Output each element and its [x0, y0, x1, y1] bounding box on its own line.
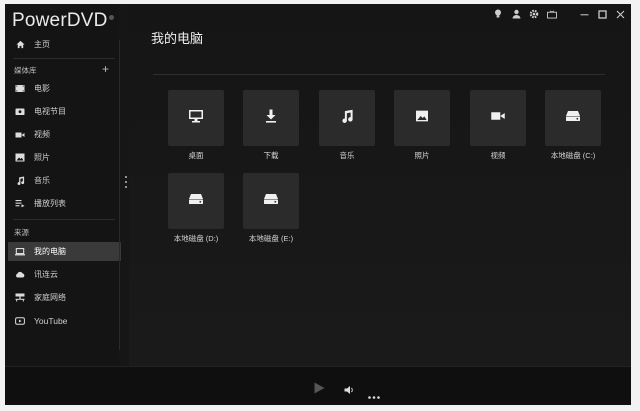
- sidebar-item-my-computer[interactable]: 我的电脑: [8, 242, 121, 261]
- music-icon: [340, 109, 354, 128]
- folder-tile-photos[interactable]: [394, 90, 450, 146]
- desktop-icon: [188, 109, 204, 128]
- sidebar-item-home[interactable]: 主页: [8, 35, 121, 54]
- sidebar-separator: [119, 40, 120, 350]
- video-icon: [14, 130, 26, 140]
- user-icon[interactable]: [511, 9, 521, 19]
- minimize-icon[interactable]: [579, 9, 589, 19]
- drive-tile-c[interactable]: [545, 90, 601, 146]
- music-icon: [14, 176, 26, 186]
- sidebar-item-label: 讯连云: [34, 270, 58, 279]
- folder-tile-videos[interactable]: [470, 90, 526, 146]
- film-icon: [14, 84, 26, 94]
- folder-tile-downloads[interactable]: [243, 90, 299, 146]
- tile-label: 本地磁盘 (C:): [550, 151, 596, 160]
- sidebar: PowerDVD 主页 媒体库 + 电影 电视节目 视频 照片 音乐 播放列表 …: [5, 4, 121, 366]
- mini-player-icon[interactable]: [547, 9, 557, 19]
- sidebar-item-label: 视频: [34, 130, 50, 139]
- sidebar-item-label: 电影: [34, 84, 50, 93]
- sidebar-item-label: 我的电脑: [34, 247, 66, 256]
- computer-icon: [14, 247, 26, 257]
- lightbulb-icon[interactable]: [493, 9, 503, 19]
- playlist-icon: [14, 199, 26, 209]
- sidebar-item-youtube[interactable]: YouTube: [8, 311, 121, 330]
- tv-icon: [14, 107, 26, 117]
- gear-icon[interactable]: [529, 9, 539, 19]
- folder-tile-music[interactable]: [319, 90, 375, 146]
- play-icon[interactable]: [314, 381, 325, 399]
- section-label-library: 媒体库: [14, 66, 37, 75]
- sidebar-item-music[interactable]: 音乐: [8, 171, 121, 190]
- sidebar-item-label: 照片: [34, 153, 50, 162]
- more-options-icon[interactable]: [368, 386, 380, 404]
- sidebar-item-cyberlink-cloud[interactable]: 讯连云: [8, 265, 121, 284]
- close-icon[interactable]: [615, 9, 625, 19]
- sidebar-item-tv-shows[interactable]: 电视节目: [8, 102, 121, 121]
- video-camera-icon: [490, 109, 506, 127]
- cloud-icon: [14, 270, 26, 280]
- maximize-icon[interactable]: [597, 9, 607, 19]
- drive-icon: [188, 192, 204, 210]
- drive-tile-e[interactable]: [243, 173, 299, 229]
- photo-icon: [14, 153, 26, 163]
- tile-label: 本地磁盘 (E:): [248, 234, 294, 243]
- drive-icon: [565, 109, 581, 127]
- app-window: PowerDVD 主页 媒体库 + 电影 电视节目 视频 照片 音乐 播放列表 …: [5, 4, 631, 405]
- network-icon: [14, 293, 26, 303]
- sidebar-item-movies[interactable]: 电影: [8, 79, 121, 98]
- drive-tile-d[interactable]: [168, 173, 224, 229]
- youtube-icon: [14, 316, 26, 326]
- main-content: 我的电脑 桌面 下载 音乐 照片 视频 本地磁盘 (C:) 本地磁盘 (D:) …: [129, 4, 631, 366]
- sidebar-item-playlists[interactable]: 播放列表: [8, 194, 121, 213]
- section-label-source: 来源: [14, 228, 29, 237]
- download-icon: [264, 109, 278, 128]
- player-control-bar: [5, 366, 631, 405]
- drive-icon: [263, 192, 279, 210]
- title-divider: [153, 74, 605, 75]
- title-bar-controls: [493, 7, 625, 21]
- page-title: 我的电脑: [151, 31, 204, 46]
- sidebar-item-label: 音乐: [34, 176, 50, 185]
- folder-tile-desktop[interactable]: [168, 90, 224, 146]
- photo-icon: [415, 109, 429, 127]
- volume-icon[interactable]: [344, 382, 355, 400]
- sidebar-item-home-network[interactable]: 家庭网络: [8, 288, 121, 307]
- sidebar-item-label: 主页: [34, 40, 50, 49]
- sidebar-item-label: 电视节目: [34, 107, 66, 116]
- sidebar-item-label: YouTube: [34, 315, 68, 326]
- sidebar-item-videos[interactable]: 视频: [8, 125, 121, 144]
- sidebar-resize-handle[interactable]: [125, 176, 128, 190]
- divider: [13, 219, 115, 220]
- sidebar-item-label: 家庭网络: [34, 293, 66, 302]
- home-icon: [14, 40, 26, 50]
- sidebar-item-photos[interactable]: 照片: [8, 148, 121, 167]
- divider: [13, 58, 115, 59]
- sidebar-item-label: 播放列表: [34, 199, 66, 208]
- add-library-button[interactable]: +: [102, 62, 109, 76]
- app-logo: PowerDVD: [12, 10, 108, 31]
- brand-dot-icon: [109, 15, 114, 20]
